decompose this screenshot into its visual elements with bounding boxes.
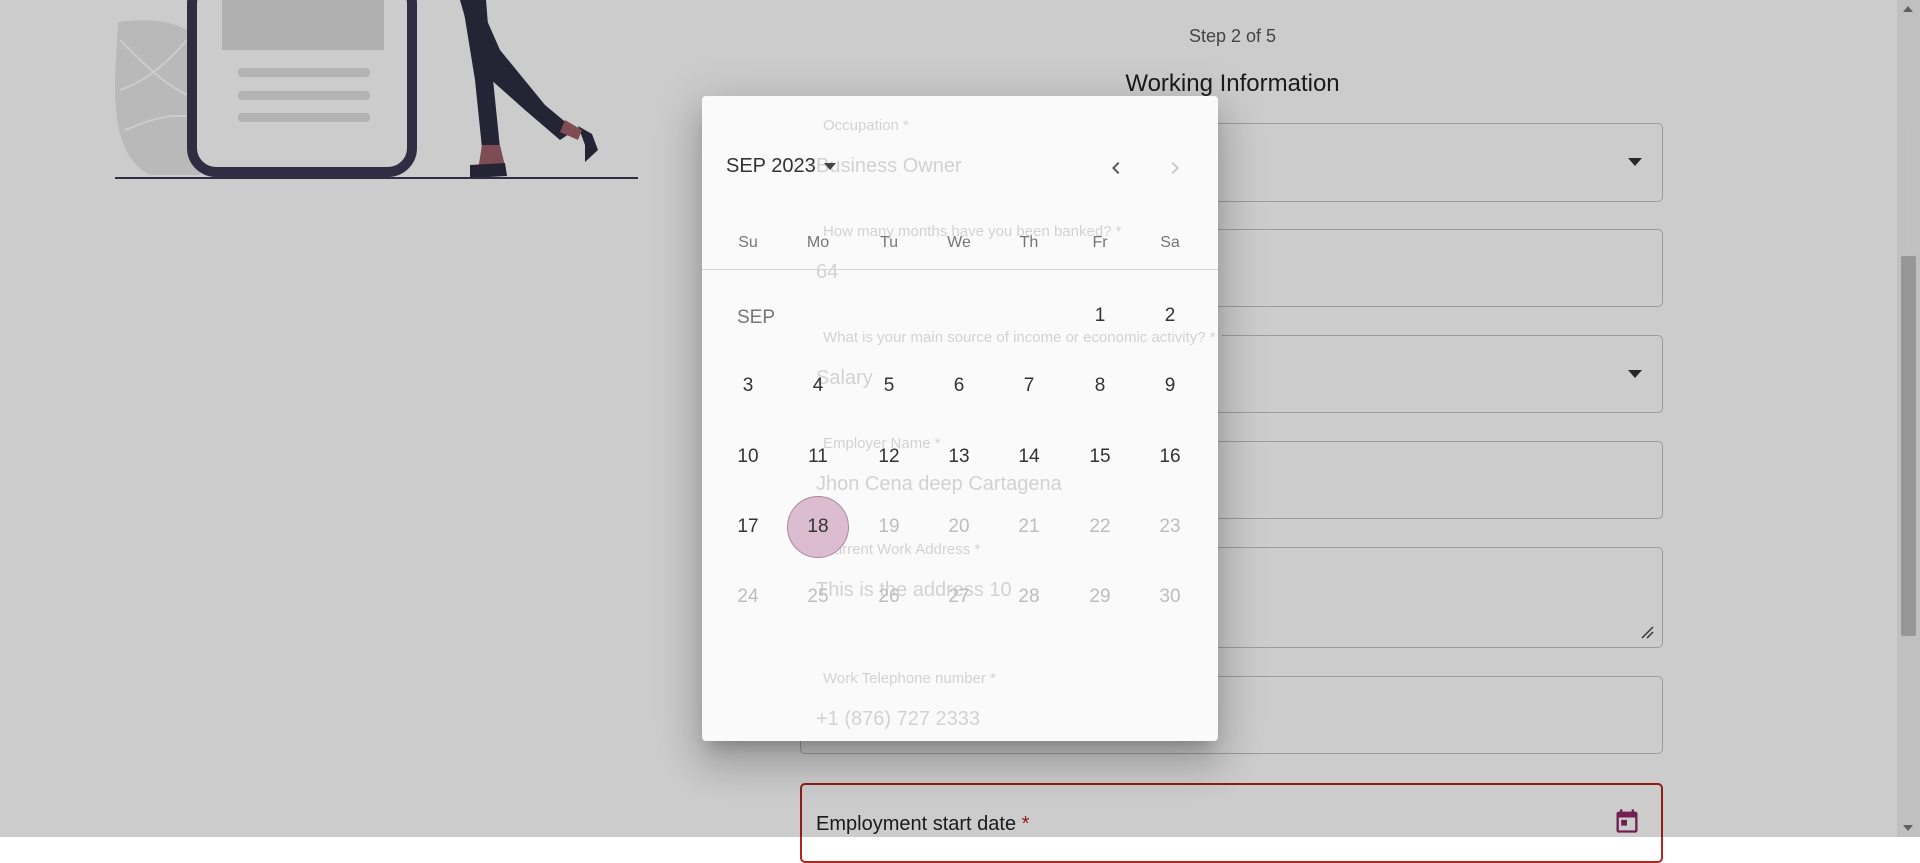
day-button[interactable]: 10 [717,426,779,488]
day-button[interactable]: 15 [1069,426,1131,488]
day-button: 23 [1159,516,1181,537]
day-button: 26 [878,586,900,607]
day-button: 24 [737,586,759,607]
day-grid: SEP 1 2 3 4 5 6 7 8 9 10 11 12 13 14 15 16 17 18 19 20 21 22 2… [702,96,1218,741]
day-button[interactable]: 14 [998,426,1060,488]
day-button: 25 [807,586,829,607]
day-button: 28 [1018,586,1040,607]
day-button: 22 [1089,516,1111,537]
date-picker-dialog: Occupation * Business Owner How many mon… [702,96,1218,741]
day-button[interactable]: 7 [998,355,1060,417]
day-button[interactable]: 16 [1139,426,1201,488]
day-button[interactable]: 17 [717,496,779,558]
day-button[interactable]: 4 [787,355,849,417]
day-button: 27 [948,586,970,607]
day-button: 29 [1089,586,1111,607]
day-button[interactable]: 9 [1139,355,1201,417]
day-button[interactable]: 1 [1069,285,1131,347]
month-tag: SEP [737,307,776,328]
day-button[interactable]: 6 [928,355,990,417]
day-button: 21 [1018,516,1040,537]
day-button[interactable]: 11 [787,426,849,488]
day-button[interactable]: 12 [858,426,920,488]
day-button: 19 [878,516,900,537]
day-button[interactable]: 8 [1069,355,1131,417]
selected-day-button[interactable]: 18 [787,496,849,558]
day-button: 30 [1159,586,1181,607]
day-button: 20 [948,516,970,537]
day-button[interactable]: 13 [928,426,990,488]
day-button[interactable]: 2 [1139,285,1201,347]
day-button[interactable]: 3 [717,355,779,417]
day-button[interactable]: 5 [858,355,920,417]
